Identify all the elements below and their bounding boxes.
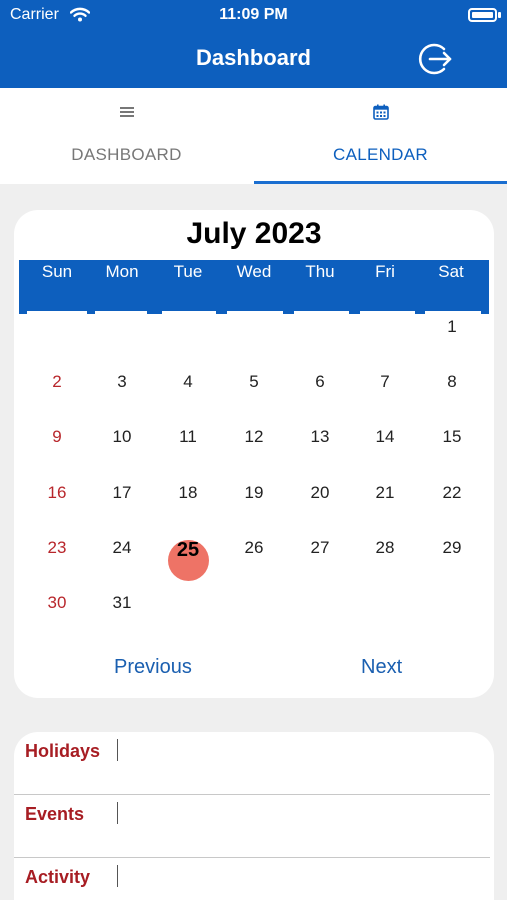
day-29[interactable]: 29 xyxy=(427,533,477,563)
day-24[interactable]: 24 xyxy=(97,533,147,563)
header-notch xyxy=(227,311,283,314)
tab-selected-indicator xyxy=(254,181,507,184)
day-25-today[interactable]: 25 xyxy=(163,535,213,565)
activity-field xyxy=(117,865,118,887)
events-card: Holidays Events Activity xyxy=(14,732,494,900)
previous-month-button[interactable]: Previous xyxy=(114,656,192,679)
day-23[interactable]: 23 xyxy=(32,533,82,563)
day-8[interactable]: 8 xyxy=(427,367,477,397)
day-18[interactable]: 18 xyxy=(163,478,213,508)
day-28[interactable]: 28 xyxy=(360,533,410,563)
tab-dashboard[interactable]: DASHBOARD xyxy=(0,88,253,184)
weekday-fri: Fri xyxy=(375,262,395,281)
section-divider xyxy=(14,857,490,858)
header-notch xyxy=(360,311,415,314)
holidays-field xyxy=(117,739,118,761)
logout-icon xyxy=(418,43,452,75)
day-21[interactable]: 21 xyxy=(360,478,410,508)
menu-icon xyxy=(0,102,253,122)
weekday-mon: Mon xyxy=(105,262,139,281)
day-14[interactable]: 14 xyxy=(360,422,410,452)
clock: 11:09 PM xyxy=(219,6,288,23)
day-2[interactable]: 2 xyxy=(32,367,82,397)
events-label: Events xyxy=(25,804,85,824)
day-3[interactable]: 3 xyxy=(97,367,147,397)
weekday-header: Sun Mon Tue Wed Thu Fri Sat xyxy=(19,260,489,314)
day-6[interactable]: 6 xyxy=(295,367,345,397)
day-17[interactable]: 17 xyxy=(97,478,147,508)
calendar-icon xyxy=(254,102,507,122)
nav-bar: Dashboard xyxy=(0,30,507,88)
day-1[interactable]: 1 xyxy=(427,312,477,342)
logout-button[interactable] xyxy=(416,40,454,78)
weekday-wed: Wed xyxy=(236,262,272,281)
weekday-tue: Tue xyxy=(173,262,203,281)
header-notch xyxy=(294,311,349,314)
tab-bar: DASHBOARD CALENDAR xyxy=(0,88,507,184)
header-notch xyxy=(27,311,87,314)
holidays-label: Holidays xyxy=(25,741,101,761)
header-notch xyxy=(95,311,147,314)
day-12[interactable]: 12 xyxy=(229,422,279,452)
day-22[interactable]: 22 xyxy=(427,478,477,508)
tab-calendar-label: CALENDAR xyxy=(333,145,428,164)
activity-label: Activity xyxy=(25,867,91,887)
day-9[interactable]: 9 xyxy=(32,422,82,452)
weekday-sat: Sat xyxy=(438,262,464,281)
status-bar: Carrier 11:09 PM xyxy=(0,0,507,30)
day-31[interactable]: 31 xyxy=(97,588,147,618)
tab-dashboard-label: DASHBOARD xyxy=(71,145,182,164)
day-4[interactable]: 4 xyxy=(163,367,213,397)
calendar-card: July 2023 Sun Mon Tue Wed Thu Fri Sat 1 … xyxy=(14,210,494,698)
tab-calendar[interactable]: CALENDAR xyxy=(254,88,507,184)
battery-icon xyxy=(468,8,497,22)
day-27[interactable]: 27 xyxy=(295,533,345,563)
next-month-button[interactable]: Next xyxy=(361,656,402,679)
day-15[interactable]: 15 xyxy=(427,422,477,452)
header-notch xyxy=(162,311,216,314)
day-13[interactable]: 13 xyxy=(295,422,345,452)
day-5[interactable]: 5 xyxy=(229,367,279,397)
day-30[interactable]: 30 xyxy=(32,588,82,618)
day-19[interactable]: 19 xyxy=(229,478,279,508)
day-16[interactable]: 16 xyxy=(32,478,82,508)
day-20[interactable]: 20 xyxy=(295,478,345,508)
day-11[interactable]: 11 xyxy=(163,422,213,452)
weekday-thu: Thu xyxy=(305,262,335,281)
day-10[interactable]: 10 xyxy=(97,422,147,452)
day-7[interactable]: 7 xyxy=(360,367,410,397)
weekday-sun: Sun xyxy=(41,262,73,281)
events-field xyxy=(117,802,118,824)
day-26[interactable]: 26 xyxy=(229,533,279,563)
section-divider xyxy=(14,794,490,795)
battery-tip xyxy=(498,12,501,18)
month-title: July 2023 xyxy=(186,217,322,250)
